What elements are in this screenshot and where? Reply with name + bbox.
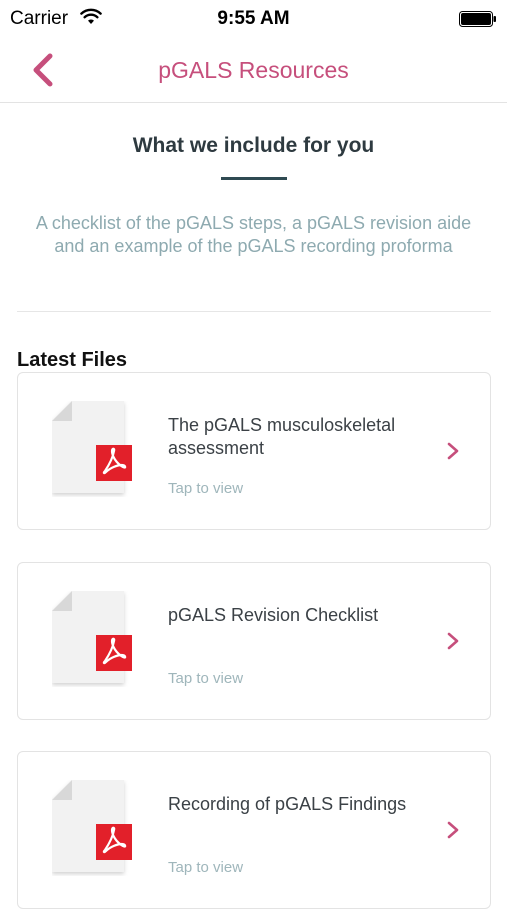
- latest-files-title: Latest Files: [17, 349, 128, 371]
- pdf-file-icon: [52, 591, 132, 683]
- section-divider: [17, 311, 491, 312]
- page-title: pGALS Resources: [158, 57, 349, 83]
- file-subtitle: Tap to view: [168, 480, 244, 497]
- file-card[interactable]: Recording of pGALS Findings Tap to view: [17, 751, 491, 909]
- battery-icon: [459, 11, 496, 27]
- file-subtitle: Tap to view: [168, 670, 244, 687]
- status-time: 9:55 AM: [217, 8, 290, 29]
- pdf-file-icon: [52, 780, 132, 872]
- file-card[interactable]: The pGALS musculoskeletal assessment Tap…: [17, 372, 491, 530]
- file-subtitle: Tap to view: [168, 859, 244, 876]
- file-title: The pGALS musculoskeletal assessment: [168, 415, 396, 458]
- intro-heading: What we include for you: [132, 134, 375, 157]
- chevron-right-icon: [447, 632, 459, 650]
- chevron-right-icon: [447, 821, 459, 839]
- file-title: pGALS Revision Checklist: [168, 605, 379, 625]
- chevron-right-icon: [447, 442, 459, 460]
- file-title: Recording of pGALS Findings: [168, 794, 407, 814]
- intro-description: A checklist of the pGALS steps, a pGALS …: [35, 213, 472, 256]
- navigation-bar: pGALS Resources: [0, 38, 507, 103]
- status-bar: Carrier 9:55 AM: [0, 0, 507, 38]
- file-card[interactable]: pGALS Revision Checklist Tap to view: [17, 562, 491, 720]
- heading-underline: [221, 177, 287, 180]
- pdf-file-icon: [52, 401, 132, 493]
